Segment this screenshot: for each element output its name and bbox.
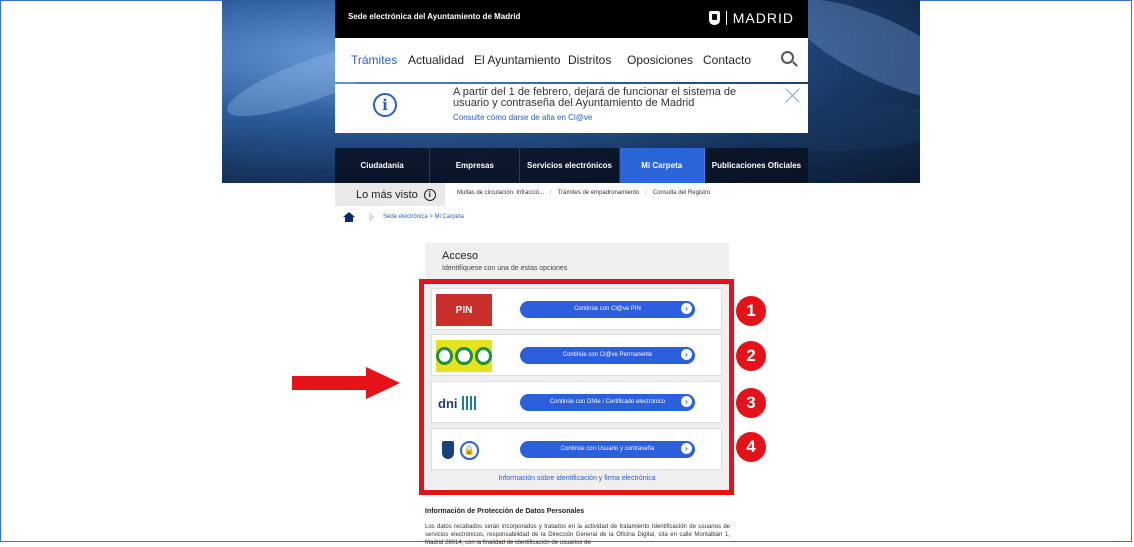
tab-mi-carpeta[interactable]: Mi Carpeta <box>619 148 705 183</box>
nav-oposiciones[interactable]: Oposiciones <box>627 53 693 67</box>
notice-banner: i A partir del 1 de febrero, dejará de f… <box>335 84 808 133</box>
tab-servicios-electronicos[interactable]: Servicios electrónicos <box>520 148 620 183</box>
nav-el-ayuntamiento[interactable]: El Ayuntamiento <box>474 53 561 67</box>
info-icon: i <box>423 188 436 201</box>
notice-message: A partir del 1 de febrero, dejará de fun… <box>453 86 737 109</box>
privacy-title: Información de Protección de Datos Perso… <box>425 508 585 515</box>
nav-actualidad[interactable]: Actualidad <box>408 53 464 67</box>
search-icon[interactable] <box>781 51 794 64</box>
most-seen-label: Lo más visto i <box>335 183 445 206</box>
step-badge-4: 4 <box>736 432 766 462</box>
most-seen-link[interactable]: Consulta del Registro <box>653 190 710 196</box>
site-header: Sede electrónica del Ayuntamiento de Mad… <box>335 0 808 38</box>
step-badge-1: 1 <box>736 296 766 326</box>
step-badge-3: 3 <box>736 388 766 418</box>
nav-tramites[interactable]: Trámites <box>351 53 397 67</box>
access-title: Acceso <box>442 250 479 262</box>
notice-link[interactable]: Consulte cómo darse de alta en Cl@ve <box>453 113 592 122</box>
main-nav: Trámites Actualidad El Ayuntamiento Dist… <box>335 38 808 82</box>
nav-distritos[interactable]: Distritos <box>568 53 611 67</box>
section-nav: Ciudadanía Empresas Servicios electrónic… <box>335 148 808 183</box>
chevron-right-icon <box>369 212 375 222</box>
most-seen-bar: Lo más visto i Multas de circulación. In… <box>335 183 808 206</box>
brand-label: MADRID <box>732 10 794 26</box>
tab-publicaciones-oficiales[interactable]: Publicaciones Oficiales <box>705 148 808 183</box>
info-icon: i <box>373 93 397 117</box>
most-seen-link[interactable]: Multas de circulación. Infracció... <box>457 190 544 196</box>
breadcrumb-text[interactable]: Sede electrónica > Mi Carpeta <box>383 214 464 220</box>
most-seen-links: Multas de circulación. Infracció... / Tr… <box>457 190 711 196</box>
madrid-brand[interactable]: MADRID <box>708 10 794 26</box>
privacy-section: Información de Protección de Datos Perso… <box>425 508 730 547</box>
pointer-arrow-icon <box>292 367 404 399</box>
privacy-text: Los datos recabados serán incorporados y… <box>425 524 730 546</box>
nav-contacto[interactable]: Contacto <box>703 53 751 67</box>
highlight-box <box>419 279 734 495</box>
access-subtitle: Identifíquese con una de estas opciones <box>442 265 568 272</box>
breadcrumb: Sede electrónica > Mi Carpeta <box>335 207 464 227</box>
tab-empresas[interactable]: Empresas <box>430 148 521 183</box>
step-badge-2: 2 <box>736 341 766 371</box>
home-icon[interactable] <box>343 212 355 222</box>
most-seen-link[interactable]: Trámites de empadronamiento <box>558 190 639 196</box>
site-title[interactable]: Sede electrónica del Ayuntamiento de Mad… <box>348 12 520 21</box>
madrid-shield-icon <box>708 11 720 25</box>
close-icon[interactable] <box>786 88 800 102</box>
most-seen-text: Lo más visto <box>356 188 418 201</box>
tab-ciudadania[interactable]: Ciudadanía <box>335 148 431 183</box>
